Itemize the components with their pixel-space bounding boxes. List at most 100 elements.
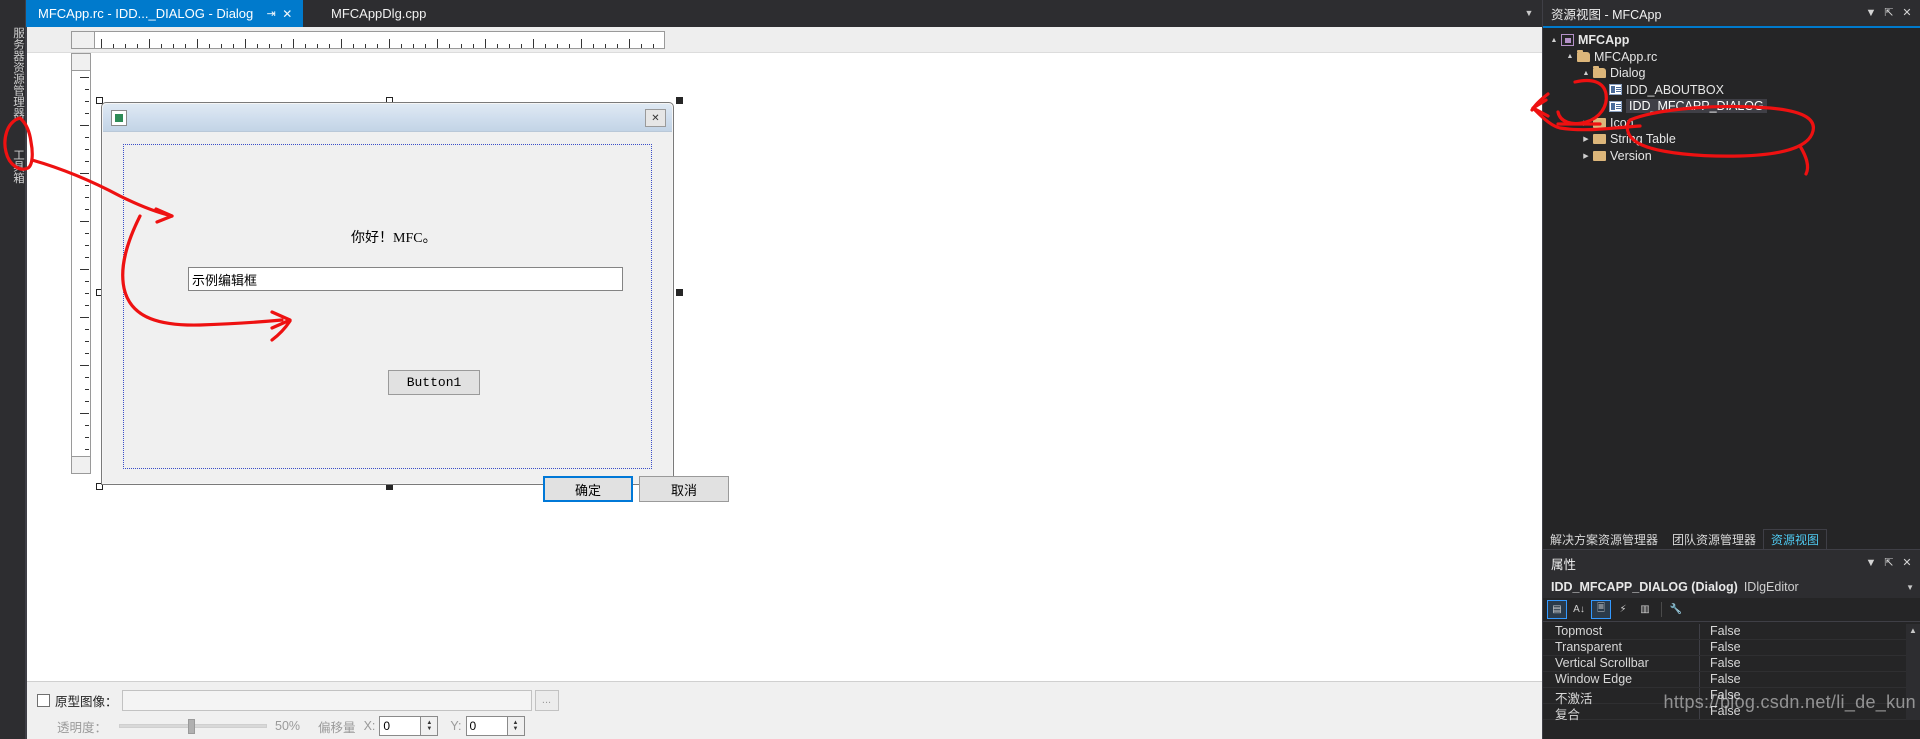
tree-item-version[interactable]: ▶ Version [1547, 148, 1920, 165]
designed-dialog[interactable]: ✕ 你好！MFC。 示例编辑框 Button1 确定 取消 [101, 102, 729, 502]
offset-y-spin-buttons[interactable]: ▲ ▼ [507, 716, 525, 736]
vertical-ruler [71, 71, 91, 456]
properties-title: 属性 [1551, 557, 1577, 572]
ruler-tick [80, 365, 89, 366]
property-value[interactable]: False [1700, 672, 1920, 687]
resize-handle-e[interactable] [676, 289, 683, 296]
pin-icon[interactable]: ⇱ [1880, 4, 1898, 22]
ruler-tick [85, 305, 89, 306]
close-icon[interactable]: ✕ [1898, 4, 1916, 22]
ok-button[interactable]: 确定 [543, 476, 633, 502]
properties-grid[interactable]: Topmost False Transparent False Vertical Scr… [1543, 624, 1920, 722]
tree-item-string-table[interactable]: ▶ String Table [1547, 131, 1920, 148]
chevron-down-icon[interactable]: ▼ [1906, 583, 1914, 592]
resource-tree[interactable]: ▲ MFCApp ▲ MFCApp.rc ▲ Dialog IDD_ABOUTBOX IDD_… [1543, 28, 1920, 164]
chevron-right-icon[interactable]: ▶ [1579, 152, 1593, 160]
edit-control-sample[interactable]: 示例编辑框 [188, 267, 623, 291]
property-row[interactable]: Transparent False [1543, 640, 1920, 656]
ruler-tick [281, 44, 282, 48]
tree-item-mfcapp-rc[interactable]: ▲ MFCApp.rc [1547, 49, 1920, 66]
property-row[interactable]: 不激活 False [1543, 688, 1920, 706]
header-dots [1584, 562, 1854, 564]
browse-button[interactable]: ... [534, 689, 559, 711]
offset-y-stepper[interactable]: 0 ▲ ▼ [465, 716, 525, 736]
properties-object-selector[interactable]: IDD_MFCAPP_DIALOG (Dialog) IDlgEditor ▼ [1543, 576, 1920, 598]
tab-mfcappdlg-cpp[interactable]: MFCAppDlg.cpp [319, 0, 453, 27]
resource-view-title: 资源视图 - MFCApp [1551, 7, 1662, 22]
dialog-close-icon[interactable]: ✕ [645, 109, 666, 127]
alphabetical-sort-icon[interactable]: A↓ [1569, 600, 1589, 619]
property-row[interactable]: Topmost False [1543, 624, 1920, 640]
tab-dialog-designer-label: MFCApp.rc - IDD..._DIALOG - Dialog [38, 6, 254, 21]
ruler-tick [85, 113, 89, 114]
pin-icon[interactable]: ⇱ [1880, 554, 1898, 572]
chevron-down-icon[interactable]: ▼ [1862, 554, 1880, 572]
resize-handle-ne[interactable] [676, 97, 683, 104]
ruler-tick [341, 39, 342, 48]
design-surface[interactable]: ✕ 你好！MFC。 示例编辑框 Button1 确定 取消 [91, 67, 1542, 681]
prototype-image-checkbox[interactable] [37, 693, 50, 707]
ruler-tick [85, 197, 89, 198]
tree-item-dialog[interactable]: ▲ Dialog [1547, 65, 1920, 82]
right-dock-tabstrip[interactable]: 解决方案资源管理器 团队资源管理器 资源视图 [1542, 527, 1920, 549]
property-row[interactable]: Vertical Scrollbar False [1543, 656, 1920, 672]
offset-y-input[interactable]: 0 [465, 716, 508, 736]
scroll-up-icon[interactable]: ▲ [1906, 624, 1920, 638]
property-value[interactable]: False [1700, 624, 1920, 639]
ruler-tick [305, 44, 306, 48]
dock-tab-active[interactable]: 资源视图 [1763, 529, 1828, 549]
messages-icon[interactable]: ▥ [1635, 600, 1655, 619]
tree-item-icon[interactable]: ▶ Icon [1547, 115, 1920, 132]
folder-icon [1593, 117, 1610, 128]
static-text-hello[interactable]: 你好！MFC。 [351, 227, 437, 247]
properties-toolbar[interactable]: ▤ A↓ 🗏 ⚡ ▥ 🔧 [1543, 598, 1920, 622]
chevron-down-icon[interactable]: ▼ [1862, 4, 1880, 22]
tree-item-idd-mfcapp-dialog[interactable]: IDD_MFCAPP_DIALOG [1547, 98, 1920, 115]
dock-tab-inactive[interactable]: 解决方案资源管理器 [1543, 529, 1665, 549]
project-icon [1561, 34, 1578, 47]
property-value[interactable]: False [1700, 656, 1920, 671]
transparency-label: 透明度： [57, 720, 108, 735]
tab-dialog-designer[interactable]: MFCApp.rc - IDD..._DIALOG - Dialog ⇥ ✕ [26, 0, 304, 27]
properties-scrollbar[interactable]: ▲ [1906, 624, 1920, 720]
close-icon[interactable]: ✕ [1898, 554, 1916, 572]
events-lightning-icon[interactable]: ⚡ [1613, 600, 1633, 619]
sidebar-item-server-explorer[interactable]: 服务器资源管理器 [0, 18, 26, 128]
tree-item-idd-aboutbox[interactable]: IDD_ABOUTBOX [1547, 82, 1920, 99]
chevron-down-icon[interactable]: ▲ [1563, 53, 1577, 60]
cancel-button[interactable]: 取消 [639, 476, 729, 502]
dock-tab-inactive[interactable]: 团队资源管理器 [1665, 529, 1763, 549]
categorized-icon[interactable]: ▤ [1547, 600, 1567, 619]
button1-control[interactable]: Button1 [388, 370, 480, 395]
ruler-tick [80, 125, 89, 126]
chevron-down-icon[interactable]: ▼ [1522, 6, 1536, 20]
transparency-slider[interactable] [119, 719, 268, 734]
sidebar-item-toolbox[interactable]: 工具箱 [0, 128, 26, 204]
slider-thumb[interactable] [188, 719, 196, 734]
ruler-tick [85, 377, 89, 378]
chevron-right-icon[interactable]: ▶ [1579, 119, 1593, 127]
property-value[interactable]: False [1700, 704, 1920, 719]
chevron-down-icon[interactable]: ▲ [1579, 70, 1593, 77]
ruler-tick [377, 44, 378, 48]
property-row[interactable]: 复合 False [1543, 704, 1920, 722]
property-value[interactable]: False [1700, 640, 1920, 655]
close-icon[interactable]: ✕ [279, 6, 295, 22]
pin-icon[interactable]: ⇥ [263, 6, 279, 22]
property-value[interactable]: False [1700, 688, 1920, 703]
offset-x-stepper[interactable]: 0 ▲ ▼ [379, 716, 439, 736]
chevron-down-icon[interactable]: ▲ [1547, 37, 1561, 44]
offset-x-spin-buttons[interactable]: ▲ ▼ [421, 716, 439, 736]
overrides-wrench-icon[interactable]: 🔧 [1666, 600, 1686, 619]
chevron-right-icon[interactable]: ▶ [1579, 135, 1593, 143]
horizontal-ruler [95, 31, 665, 49]
ruler-tick [257, 44, 258, 48]
tree-item-mfcapp[interactable]: ▲ MFCApp [1547, 32, 1920, 49]
property-row[interactable]: Window Edge False [1543, 672, 1920, 688]
ruler-tick [245, 39, 246, 48]
offset-x-input[interactable]: 0 [379, 716, 422, 736]
resource-icon [1609, 100, 1626, 112]
tree-item-label: Dialog [1610, 66, 1646, 81]
prototype-image-path-input[interactable] [121, 689, 532, 711]
properties-page-icon[interactable]: 🗏 [1591, 600, 1611, 619]
